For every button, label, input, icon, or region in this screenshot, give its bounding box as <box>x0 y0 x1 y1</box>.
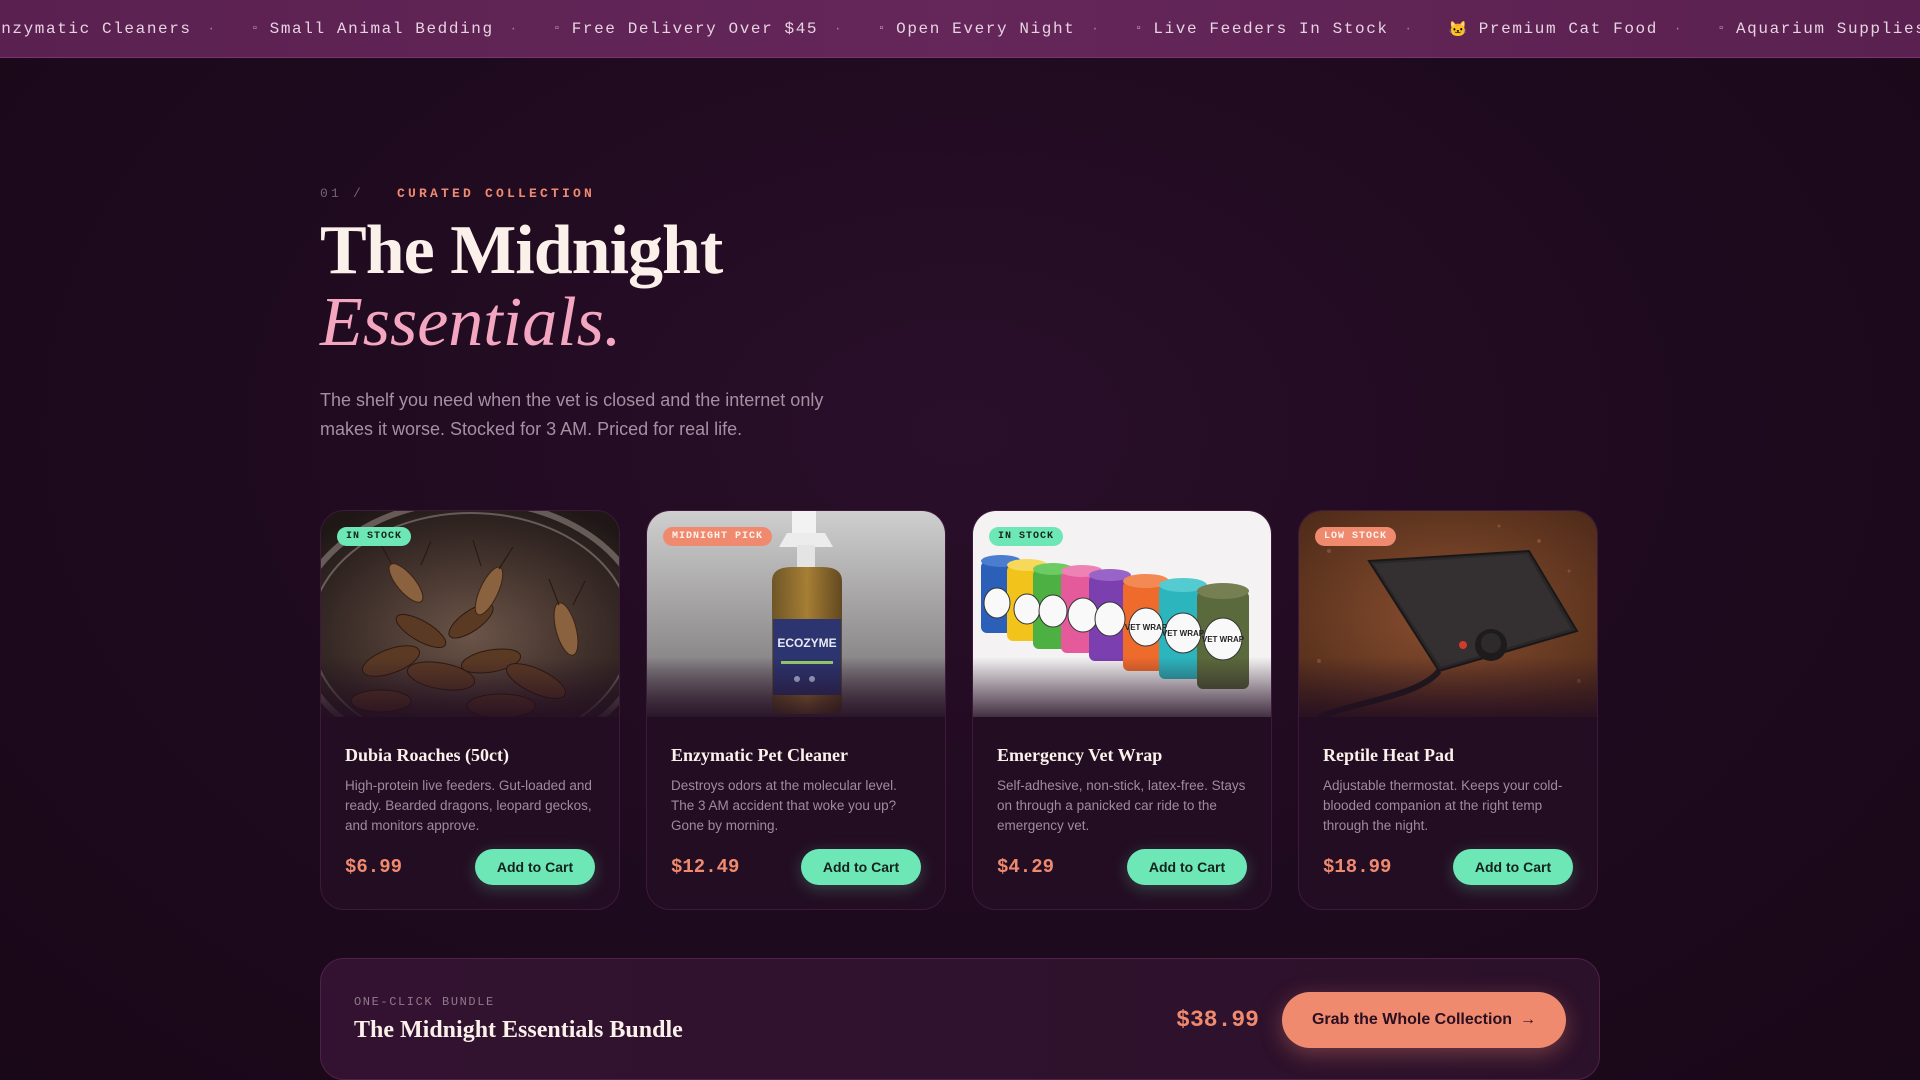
product-name[interactable]: Emergency Vet Wrap <box>997 745 1247 766</box>
section-number: 01 / <box>320 186 365 201</box>
product-image-cleaner: ECOZYME MIDNIGHT PICK <box>647 511 945 717</box>
ticker-separator: · <box>1673 22 1683 36</box>
square-icon: ▫ <box>251 23 260 35</box>
product-image-roaches: IN STOCK <box>321 511 619 717</box>
ticker-item: ▫ Open Every Night · <box>878 20 1135 38</box>
square-icon: ▫ <box>1135 23 1144 35</box>
product-footer: $4.29 Add to Cart <box>997 849 1247 885</box>
ticker-item: ▫ Aquarium Supplies · <box>1718 20 1920 38</box>
ticker-item-label: Open Every Night <box>896 20 1076 38</box>
grab-collection-button[interactable]: Grab the Whole Collection → <box>1282 992 1566 1048</box>
product-description: Destroys odors at the molecular level. T… <box>671 778 897 833</box>
product-details: Enzymatic Pet Cleaner Destroys odors at … <box>671 745 921 836</box>
bundle-panel: ONE-CLICK BUNDLE The Midnight Essentials… <box>320 958 1600 1080</box>
section-description: The shelf you need when the vet is close… <box>320 390 824 439</box>
bundle-eyebrow: ONE-CLICK BUNDLE <box>354 995 495 1009</box>
announcement-ticker: Enzymatic Cleaners · ▫ Small Animal Bedd… <box>0 0 1920 58</box>
ticker-item-label: Premium Cat Food <box>1478 20 1658 38</box>
square-icon: ▫ <box>553 23 562 35</box>
ticker-item-label: Free Delivery Over $45 <box>571 20 819 38</box>
product-description: Self-adhesive, non-stick, latex-free. St… <box>997 778 1246 833</box>
stock-badge: IN STOCK <box>337 527 412 546</box>
square-icon: ▫ <box>877 23 887 35</box>
product-name[interactable]: Dubia Roaches (50ct) <box>345 745 595 766</box>
add-to-cart-button[interactable]: Add to Cart <box>1453 849 1573 885</box>
product-name[interactable]: Enzymatic Pet Cleaner <box>671 745 921 766</box>
product-card: ECOZYME MIDNIGHT PICK Enzymatic Pet Clea… <box>646 510 946 910</box>
ticker-separator: · <box>1091 22 1101 36</box>
midnight-pick-badge: MIDNIGHT PICK <box>663 527 773 546</box>
section-eyebrow: 01 / CURATED COLLECTION <box>320 186 595 201</box>
cat-face-icon: 🐱 <box>1448 21 1469 39</box>
product-price: $18.99 <box>1323 856 1392 878</box>
product-card: LOW STOCK Reptile Heat Pad Adjustable th… <box>1298 510 1598 910</box>
low-stock-badge: LOW STOCK <box>1315 527 1397 546</box>
ticker-item: ▫ Live Feeders In Stock · <box>1135 20 1448 38</box>
ticker-separator: · <box>834 22 843 36</box>
product-card: VET WRAP VET WRAP VET WRAP IN STOCK Emer… <box>972 510 1272 910</box>
ticker-item: ▫ Small Animal Bedding · <box>251 20 553 38</box>
stock-badge: IN STOCK <box>989 527 1064 546</box>
grab-collection-label: Grab the Whole Collection <box>1311 1011 1512 1028</box>
ticker-item-label: Small Animal Bedding <box>269 20 494 38</box>
ticker-track: Enzymatic Cleaners · ▫ Small Animal Bedd… <box>0 0 1920 57</box>
page-title-italic: Essentials. <box>320 284 622 361</box>
arrow-right-icon: → <box>1520 1011 1536 1028</box>
product-footer: $6.99 Add to Cart <box>345 849 595 885</box>
roll-label-text: VET WRAP <box>1202 635 1245 644</box>
add-to-cart-button[interactable]: Add to Cart <box>1127 849 1247 885</box>
bundle-price: $38.99 <box>1176 1007 1259 1033</box>
bundle-title: The Midnight Essentials Bundle <box>354 1017 683 1043</box>
add-to-cart-button[interactable]: Add to Cart <box>475 849 595 885</box>
product-grid: IN STOCK Dubia Roaches (50ct) High-prote… <box>320 510 1598 910</box>
product-image-heat-pad: LOW STOCK <box>1299 511 1597 717</box>
product-footer: $12.49 Add to Cart <box>671 849 921 885</box>
product-description: Adjustable thermostat. Keeps your cold-b… <box>1323 778 1563 833</box>
product-price: $12.49 <box>671 856 740 878</box>
ticker-item-label: Aquarium Supplies <box>1735 20 1920 38</box>
product-details: Emergency Vet Wrap Self-adhesive, non-st… <box>997 745 1247 836</box>
add-to-cart-button[interactable]: Add to Cart <box>801 849 921 885</box>
product-card: IN STOCK Dubia Roaches (50ct) High-prote… <box>320 510 620 910</box>
product-image-vet-wrap: VET WRAP VET WRAP VET WRAP IN STOCK <box>973 511 1271 717</box>
ticker-item-label: Live Feeders In Stock <box>1153 20 1389 38</box>
product-details: Reptile Heat Pad Adjustable thermostat. … <box>1323 745 1573 836</box>
section-eyebrow-label: CURATED COLLECTION <box>397 186 596 201</box>
product-name[interactable]: Reptile Heat Pad <box>1323 745 1573 766</box>
ticker-separator: · <box>1404 22 1414 36</box>
product-price: $4.29 <box>997 856 1055 878</box>
square-icon: ▫ <box>1717 23 1726 35</box>
product-price: $6.99 <box>345 856 403 878</box>
product-footer: $18.99 Add to Cart <box>1323 849 1573 885</box>
ticker-item: Enzymatic Cleaners · <box>0 20 251 38</box>
ticker-item-label: Enzymatic Cleaners <box>0 20 192 38</box>
roll-label-text: VET WRAP <box>1162 629 1205 638</box>
product-details: Dubia Roaches (50ct) High-protein live f… <box>345 745 595 836</box>
ticker-item: ▫ Free Delivery Over $45 · <box>554 20 878 38</box>
bottle-label-text: ECOZYME <box>777 636 836 650</box>
ticker-item: 🐱 Premium Cat Food · <box>1448 20 1717 39</box>
product-description: High-protein live feeders. Gut-loaded an… <box>345 778 592 833</box>
ticker-separator: · <box>509 22 519 36</box>
ticker-separator: · <box>207 22 217 36</box>
page-title: The Midnight <box>320 212 723 289</box>
